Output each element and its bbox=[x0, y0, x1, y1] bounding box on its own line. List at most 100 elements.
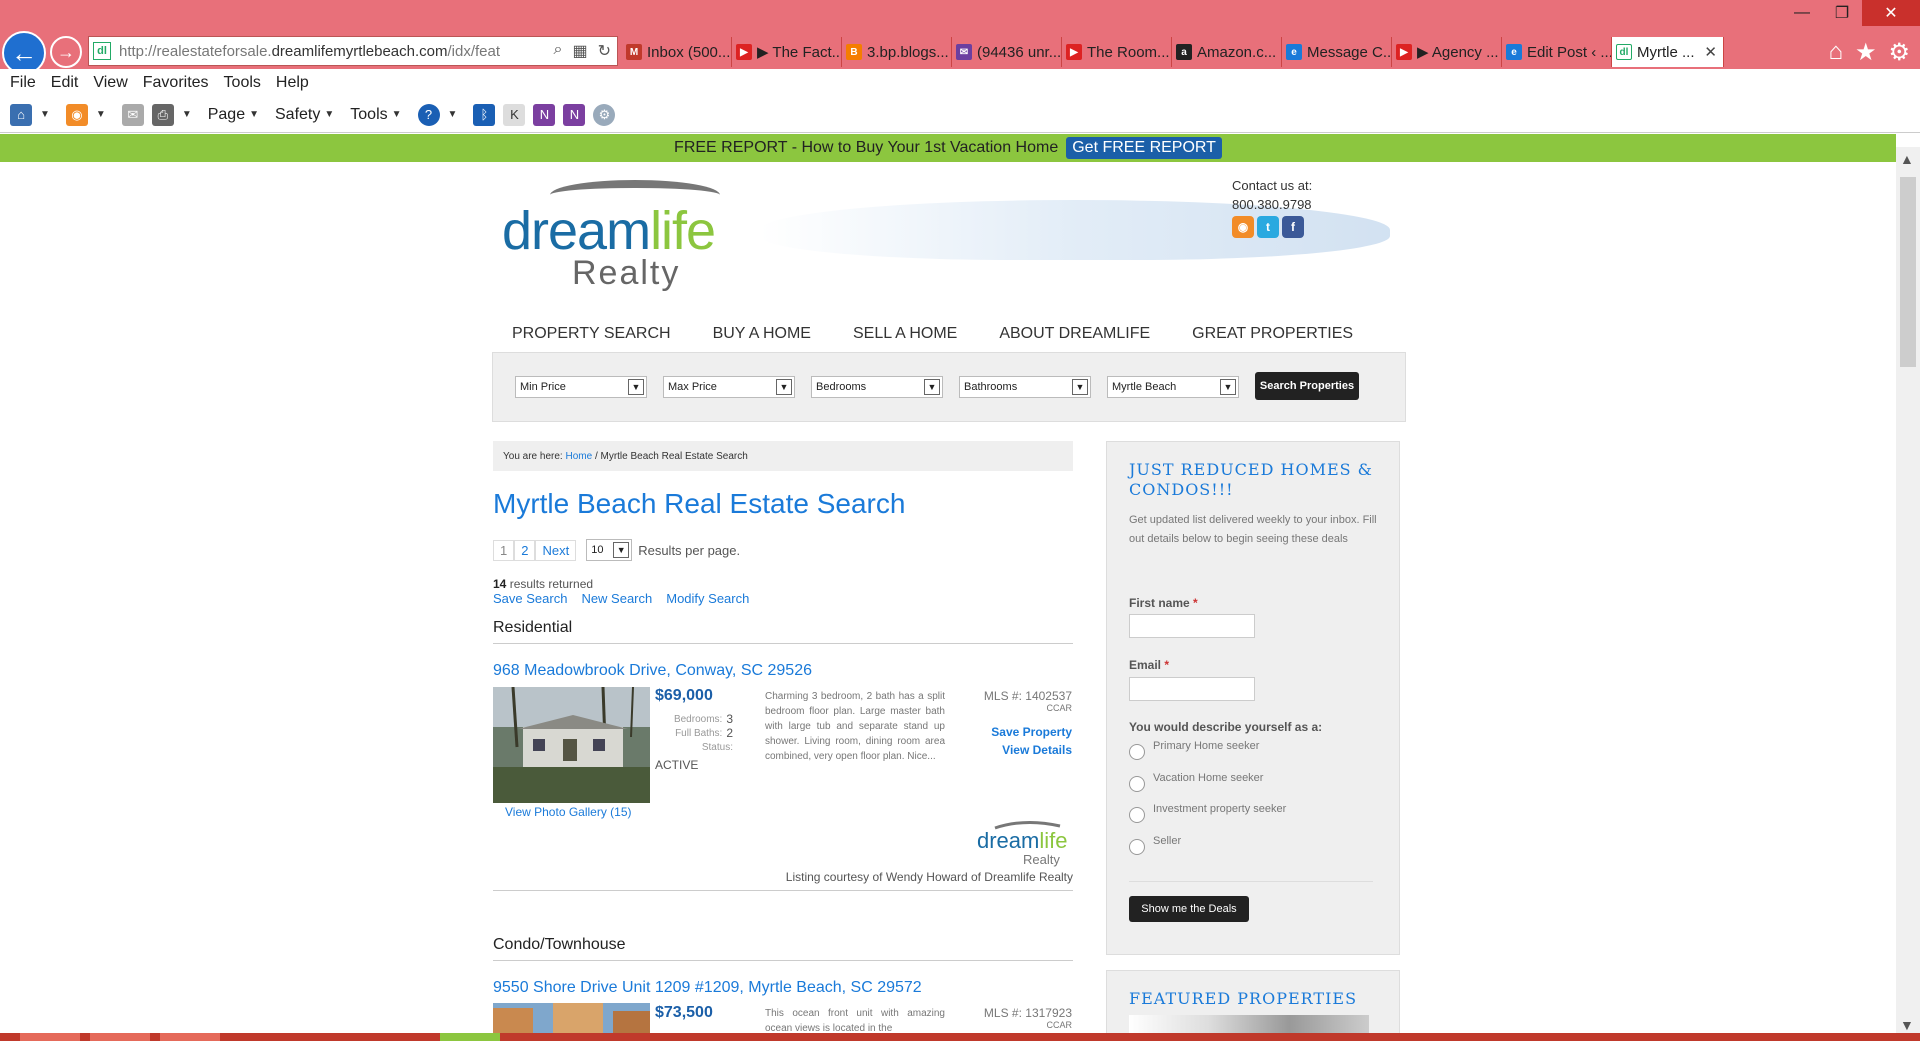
email-field[interactable] bbox=[1129, 677, 1255, 701]
menu-tools[interactable]: Tools bbox=[224, 74, 261, 92]
city-select[interactable]: Myrtle Beach ▼ bbox=[1107, 376, 1239, 398]
scrollbar-thumb[interactable] bbox=[1900, 177, 1916, 367]
tab-youtube-room[interactable]: ▶ The Room... bbox=[1062, 37, 1172, 67]
tab-myrtle-active[interactable]: dl Myrtle ... ✕ bbox=[1612, 37, 1724, 67]
taskbar-item[interactable] bbox=[440, 1033, 500, 1041]
address-bar[interactable]: dl http://realestateforsale.dreamlifemyr… bbox=[88, 36, 618, 66]
listing-title-link[interactable]: 968 Meadowbrook Drive, Conway, SC 29526 bbox=[493, 662, 812, 680]
menu-file[interactable]: File bbox=[10, 74, 36, 92]
next-page-link[interactable]: Next bbox=[535, 539, 577, 561]
radio-button[interactable] bbox=[1129, 776, 1145, 792]
safety-menu[interactable]: Safety bbox=[275, 106, 320, 124]
menu-favorites[interactable]: Favorites bbox=[143, 74, 209, 92]
home-icon[interactable]: ⌂ bbox=[10, 103, 32, 126]
get-free-report-button[interactable]: Get FREE REPORT bbox=[1066, 137, 1222, 159]
tab-blogspot[interactable]: B 3.bp.blogs... bbox=[842, 37, 952, 67]
listing-photo[interactable] bbox=[493, 687, 650, 803]
tab-youtube-fact[interactable]: ▶ ▶ The Fact... bbox=[732, 37, 842, 67]
help-icon[interactable]: ? bbox=[417, 103, 440, 126]
close-tab-icon[interactable]: ✕ bbox=[1704, 43, 1717, 61]
tab-message-center[interactable]: e Message C... bbox=[1282, 37, 1392, 67]
menu-help[interactable]: Help bbox=[276, 74, 309, 92]
min-price-select[interactable]: Min Price ▼ bbox=[515, 376, 647, 398]
favorites-star-icon[interactable]: ★ bbox=[1855, 38, 1877, 67]
chevron-down-icon[interactable]: ▼ bbox=[96, 109, 106, 120]
nav-great-properties[interactable]: GREAT PROPERTIES bbox=[1192, 325, 1353, 343]
close-window-icon[interactable]: ✕ bbox=[1862, 0, 1920, 26]
radio-primary-home[interactable]: Primary Home seeker bbox=[1129, 740, 1259, 760]
menu-edit[interactable]: Edit bbox=[51, 74, 79, 92]
breadcrumb-home-link[interactable]: Home bbox=[565, 451, 592, 462]
scroll-down-icon[interactable]: ▼ bbox=[1900, 1017, 1914, 1033]
forward-arrow-icon[interactable]: → bbox=[50, 36, 82, 68]
max-price-select[interactable]: Max Price ▼ bbox=[663, 376, 795, 398]
nav-sell-a-home[interactable]: SELL A HOME bbox=[853, 325, 957, 343]
taskbar-item[interactable] bbox=[20, 1033, 80, 1041]
modify-search-link[interactable]: Modify Search bbox=[666, 591, 749, 606]
radio-button[interactable] bbox=[1129, 839, 1145, 855]
chevron-down-icon[interactable]: ▼ bbox=[182, 109, 192, 120]
home-icon[interactable]: ⌂ bbox=[1828, 38, 1843, 67]
minimize-icon[interactable]: — bbox=[1782, 0, 1822, 26]
taskbar-item[interactable] bbox=[90, 1033, 150, 1041]
chevron-down-icon[interactable]: ▼ bbox=[40, 109, 50, 120]
tab-edit-post[interactable]: e Edit Post ‹ ... bbox=[1502, 37, 1612, 67]
chevron-down-icon[interactable]: ▼ bbox=[324, 109, 334, 120]
taskbar-item[interactable] bbox=[160, 1033, 220, 1041]
menu-view[interactable]: View bbox=[93, 74, 127, 92]
results-per-page-select[interactable]: 10 ▼ bbox=[586, 539, 633, 561]
print-icon[interactable]: ⎙ bbox=[151, 103, 174, 126]
page-scrollbar[interactable]: ▲ ▼ bbox=[1896, 147, 1920, 1037]
nav-property-search[interactable]: PROPERTY SEARCH bbox=[512, 325, 671, 343]
property-search-bar: Min Price ▼ Max Price ▼ Bedrooms ▼ Bathroom… bbox=[492, 352, 1406, 422]
nav-buy-a-home[interactable]: BUY A HOME bbox=[713, 325, 811, 343]
facebook-icon[interactable]: f bbox=[1282, 216, 1304, 238]
page-2-link[interactable]: 2 bbox=[514, 539, 536, 561]
settings-gear-icon[interactable]: ⚙ bbox=[593, 103, 616, 126]
bathrooms-select[interactable]: Bathrooms ▼ bbox=[959, 376, 1091, 398]
page-menu[interactable]: Page bbox=[208, 106, 245, 124]
scroll-up-icon[interactable]: ▲ bbox=[1900, 151, 1914, 167]
page-1-link[interactable]: 1 bbox=[493, 539, 515, 561]
radio-vacation-home[interactable]: Vacation Home seeker bbox=[1129, 772, 1263, 792]
rss-feed-icon[interactable]: ◉ bbox=[65, 103, 88, 126]
nav-about-dreamlife[interactable]: ABOUT DREAMLIFE bbox=[999, 325, 1150, 343]
show-me-the-deals-button[interactable]: Show me the Deals bbox=[1129, 896, 1249, 922]
search-properties-button[interactable]: Search Properties bbox=[1255, 372, 1359, 400]
listing-photo[interactable] bbox=[493, 1003, 650, 1033]
chevron-down-icon[interactable]: ▼ bbox=[249, 109, 259, 120]
tab-amazon[interactable]: a Amazon.c... bbox=[1172, 37, 1282, 67]
maximize-icon[interactable]: ❐ bbox=[1822, 0, 1862, 26]
new-search-link[interactable]: New Search bbox=[581, 591, 652, 606]
onenote-icon[interactable]: N bbox=[533, 103, 556, 126]
settings-gear-icon[interactable]: ⚙ bbox=[1888, 38, 1910, 67]
bedrooms-select[interactable]: Bedrooms ▼ bbox=[811, 376, 943, 398]
view-details-link[interactable]: View Details bbox=[960, 741, 1072, 759]
radio-investment[interactable]: Investment property seeker bbox=[1129, 803, 1286, 823]
tab-youtube-agency[interactable]: ▶ ▶ Agency ... bbox=[1392, 37, 1502, 67]
radio-button[interactable] bbox=[1129, 807, 1145, 823]
tab-yahoo-mail[interactable]: ✉ (94436 unr... bbox=[952, 37, 1062, 67]
divider bbox=[1129, 881, 1373, 882]
dreamlife-logo[interactable]: dreamlife Realty bbox=[500, 180, 770, 295]
bluetooth-icon[interactable]: ᛒ bbox=[473, 103, 496, 126]
radio-button[interactable] bbox=[1129, 744, 1145, 760]
refresh-icon[interactable]: ↻ bbox=[598, 41, 611, 61]
radio-seller[interactable]: Seller bbox=[1129, 835, 1181, 855]
onenote-send-icon[interactable]: N bbox=[563, 103, 586, 126]
listing-title-link[interactable]: 9550 Shore Drive Unit 1209 #1209, Myrtle… bbox=[493, 979, 922, 997]
kindle-icon[interactable]: K bbox=[503, 103, 526, 126]
first-name-field[interactable] bbox=[1129, 614, 1255, 638]
tab-inbox[interactable]: M Inbox (500... bbox=[622, 37, 732, 67]
tools-menu[interactable]: Tools bbox=[350, 106, 387, 124]
save-property-link[interactable]: Save Property bbox=[960, 723, 1072, 741]
twitter-icon[interactable]: t bbox=[1257, 216, 1279, 238]
search-icon[interactable]: ⌕ bbox=[554, 41, 563, 61]
chevron-down-icon[interactable]: ▼ bbox=[392, 109, 402, 120]
save-search-link[interactable]: Save Search bbox=[493, 591, 567, 606]
compat-view-icon[interactable]: ▦ bbox=[572, 41, 587, 61]
rss-feed-icon[interactable]: ◉ bbox=[1232, 216, 1254, 238]
chevron-down-icon[interactable]: ▼ bbox=[448, 109, 458, 120]
read-mail-icon[interactable]: ✉ bbox=[121, 103, 144, 126]
view-photo-gallery-link[interactable]: View Photo Gallery (15) bbox=[505, 805, 632, 819]
